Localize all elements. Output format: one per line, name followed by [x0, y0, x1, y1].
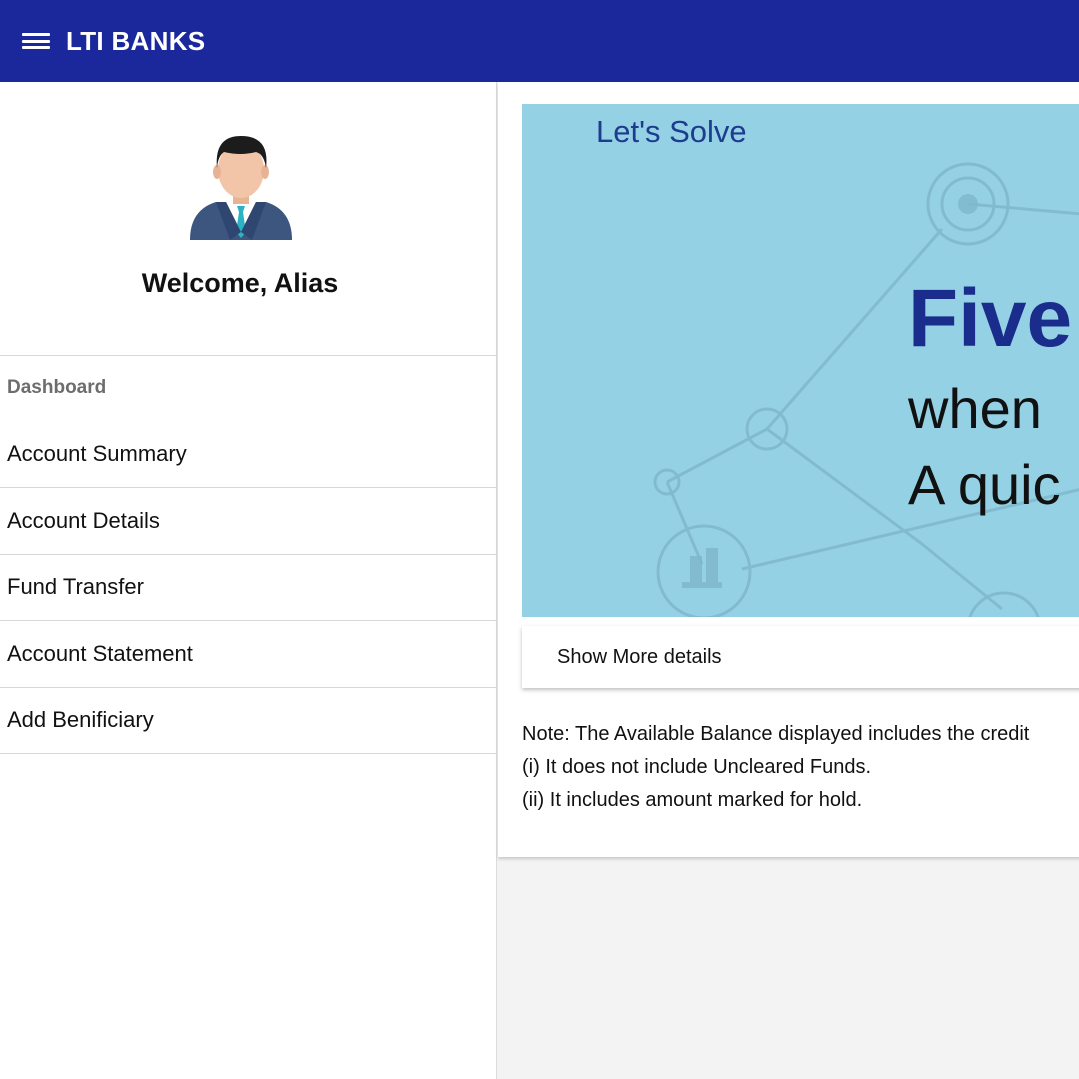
sidebar: Welcome, Alias Dashboard Account Summary… [0, 82, 497, 1079]
balance-notes: Note: The Available Balance displayed in… [522, 718, 1029, 817]
user-avatar-icon [190, 136, 292, 240]
nav-item-account-details[interactable]: Account Details [0, 488, 496, 555]
nav-item-fund-transfer[interactable]: Fund Transfer [0, 555, 496, 621]
menu-icon[interactable] [22, 31, 50, 51]
app-title: LTI BANKS [66, 25, 206, 56]
nav-section-dashboard: Dashboard [7, 377, 107, 398]
banner-kicker: Let's Solve [596, 114, 747, 149]
note-line: Note: The Available Balance displayed in… [522, 723, 1030, 745]
main-card: Let's Solve Five when A quic Show More d… [498, 82, 1079, 857]
promo-banner[interactable]: Let's Solve Five when A quic [522, 104, 1079, 617]
banner-headline: Five [908, 273, 1073, 364]
note-line: (ii) It includes amount marked for hold. [522, 789, 863, 811]
show-more-details-button[interactable]: Show More details [522, 626, 1079, 688]
profile-section: Welcome, Alias [0, 82, 496, 356]
app-bar: LTI BANKS [0, 0, 1079, 82]
banner-text-line: when [908, 377, 1042, 440]
nav-item-add-beneficiary[interactable]: Add Benificiary [0, 688, 496, 754]
welcome-text: Welcome, Alias [141, 268, 339, 298]
banner-text-line: A quic [908, 453, 1061, 516]
note-line: (i) It does not include Uncleared Funds. [522, 756, 872, 778]
nav-item-account-statement[interactable]: Account Statement [0, 621, 496, 688]
nav-item-account-summary[interactable]: Account Summary [0, 420, 496, 488]
